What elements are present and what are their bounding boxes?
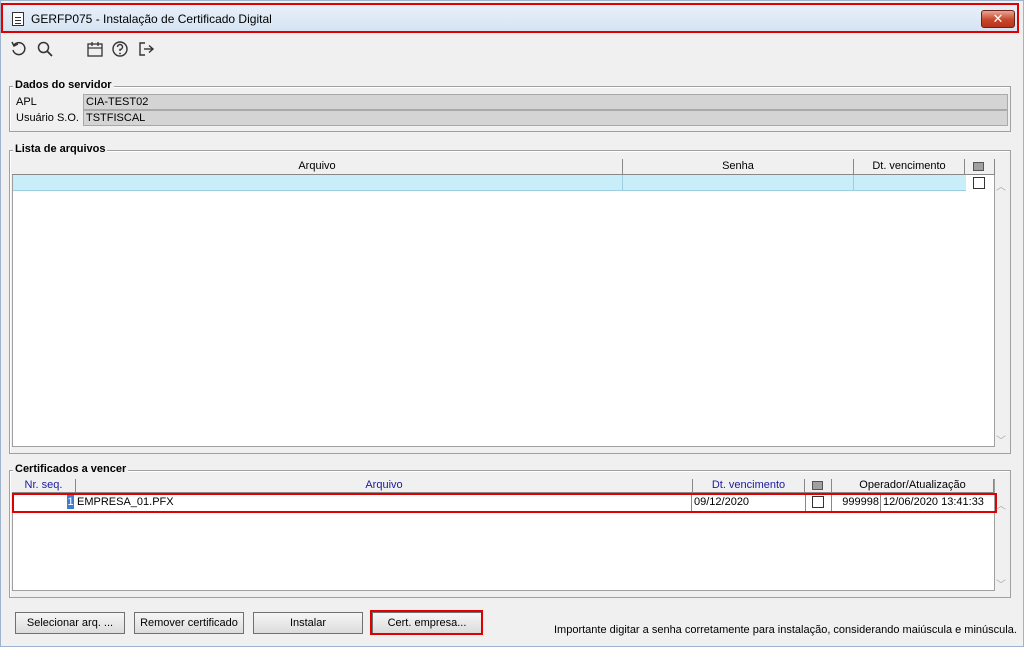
apl-label: APL	[16, 96, 37, 108]
scroll-down-icon[interactable]: ﹀	[995, 576, 1007, 591]
user-label: Usuário S.O.	[16, 112, 79, 124]
close-button[interactable]: ✕	[981, 10, 1015, 28]
help-icon[interactable]	[111, 40, 129, 58]
expiring-certs-title: Certificados a vencer	[13, 463, 129, 475]
info-message: Importante digitar a senha corretamente …	[554, 624, 1017, 636]
column-header-select[interactable]	[965, 159, 995, 175]
column-header-arquivo[interactable]: Arquivo	[12, 159, 623, 175]
scroll-down-icon[interactable]: ﹀	[995, 432, 1007, 447]
column-header-file[interactable]: Arquivo	[76, 479, 693, 493]
cell-divider	[853, 175, 854, 191]
select-all-box[interactable]	[973, 162, 984, 171]
column-header-vencimento[interactable]: Dt. vencimento	[854, 159, 965, 175]
column-header-senha[interactable]: Senha	[623, 159, 854, 175]
server-data-title: Dados do servidor	[13, 79, 114, 91]
calendar-icon[interactable]	[86, 40, 104, 58]
file-list-grid[interactable]	[12, 159, 995, 447]
scroll-up-icon[interactable]: ︿	[995, 497, 1007, 512]
install-button[interactable]: Instalar	[253, 612, 363, 634]
button-highlight	[370, 610, 483, 635]
window-title: GERFP075 - Instalação de Certificado Dig…	[31, 12, 272, 26]
row-checkbox[interactable]	[973, 177, 985, 189]
scroll-up-icon[interactable]: ︿	[995, 178, 1007, 193]
column-header-seq[interactable]: Nr. seq.	[12, 479, 76, 493]
file-list-selected-row[interactable]	[13, 175, 966, 191]
title-bar[interactable]: GERFP075 - Instalação de Certificado Dig…	[1, 3, 1019, 33]
user-field: TSTFISCAL	[83, 110, 1008, 126]
refresh-icon[interactable]	[10, 40, 28, 58]
row-highlight	[12, 493, 997, 513]
document-icon	[12, 12, 24, 26]
remove-certificate-button[interactable]: Remover certificado	[134, 612, 244, 634]
exit-icon[interactable]	[137, 40, 155, 58]
file-list-title: Lista de arquivos	[13, 143, 108, 155]
column-header-operator[interactable]: Operador/Atualização	[832, 479, 994, 493]
apl-field: CIA-TEST02	[83, 94, 1008, 110]
select-file-button[interactable]: Selecionar arq. ...	[15, 612, 125, 634]
cell-divider	[622, 175, 623, 191]
column-header-check[interactable]	[805, 479, 832, 493]
column-header-expiry[interactable]: Dt. vencimento	[693, 479, 805, 493]
search-icon[interactable]	[36, 40, 54, 58]
select-all-box[interactable]	[812, 481, 823, 490]
